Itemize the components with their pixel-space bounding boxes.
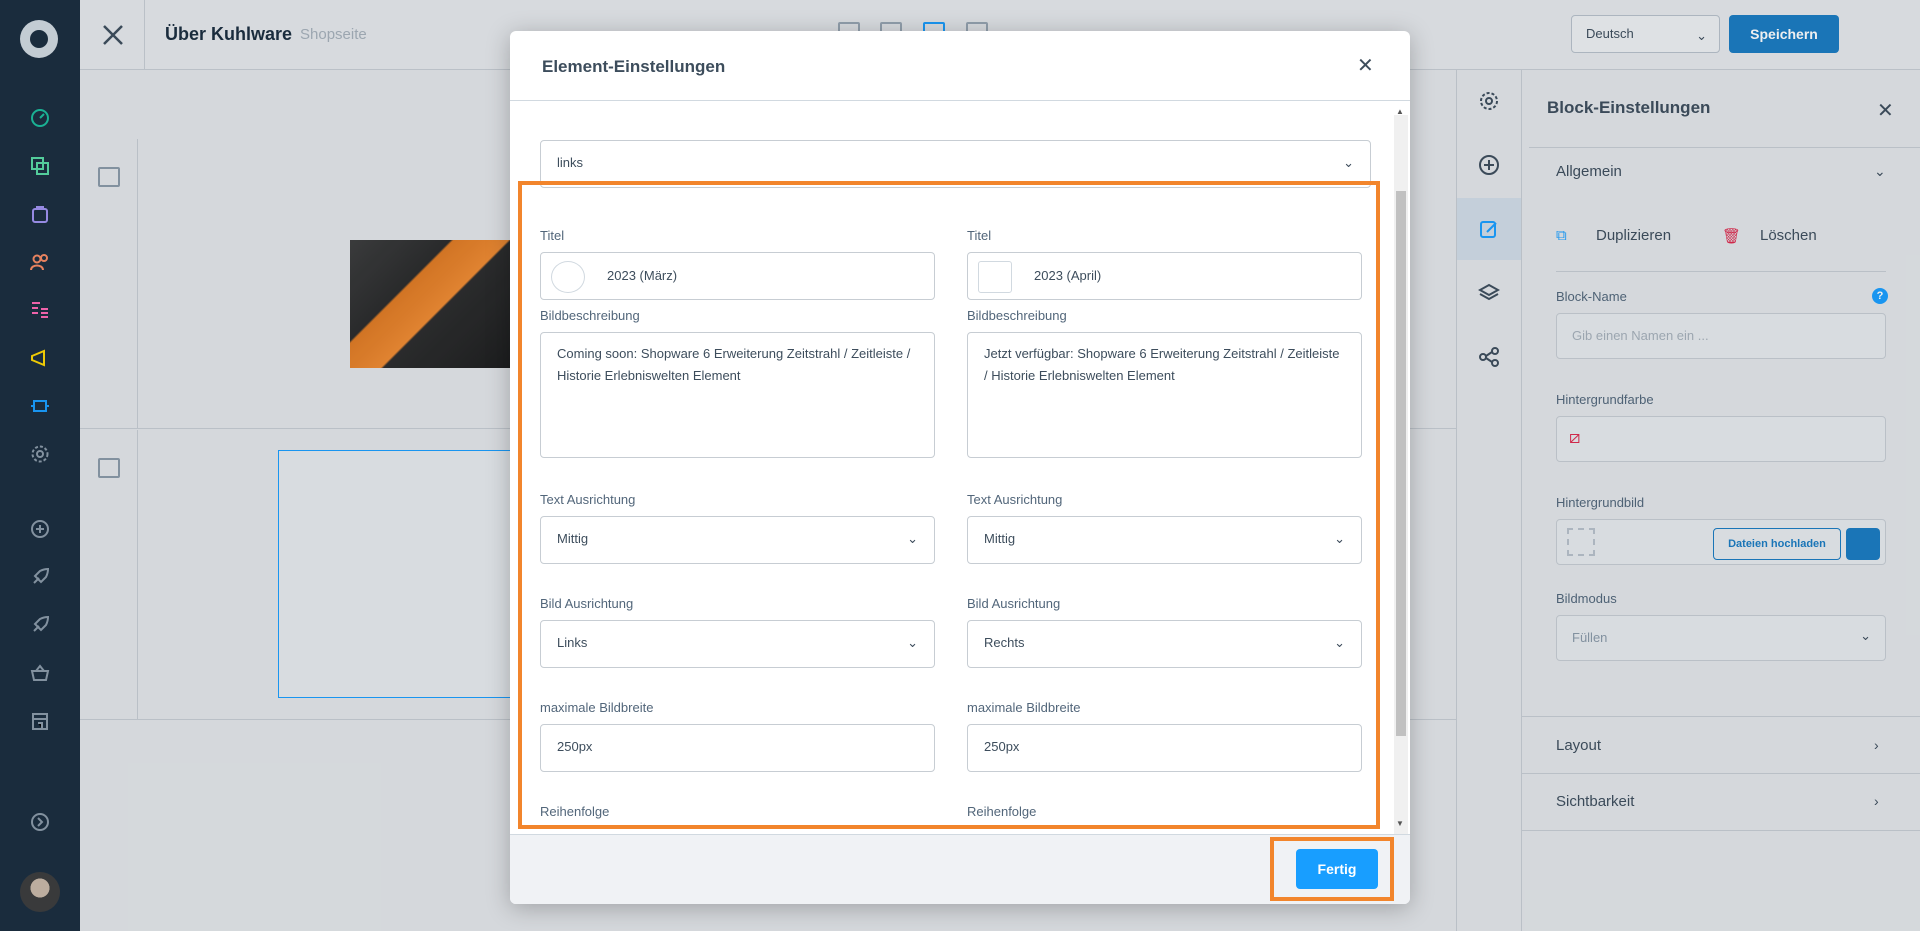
scroll-down-arrow[interactable]: ▼ [1396,819,1404,828]
close-icon[interactable]: ✕ [1357,53,1374,78]
chevron-down-icon: ⌄ [1343,155,1354,170]
scroll-up-arrow[interactable]: ▲ [1396,107,1404,116]
modal-header: Element-Einstellungen ✕ [510,31,1410,101]
alignment-value: links [557,155,584,170]
annotation-highlight-fields [518,181,1380,829]
modal-title: Element-Einstellungen [542,57,726,76]
scrollbar-thumb[interactable] [1396,191,1406,736]
annotation-highlight-done [1270,837,1394,901]
